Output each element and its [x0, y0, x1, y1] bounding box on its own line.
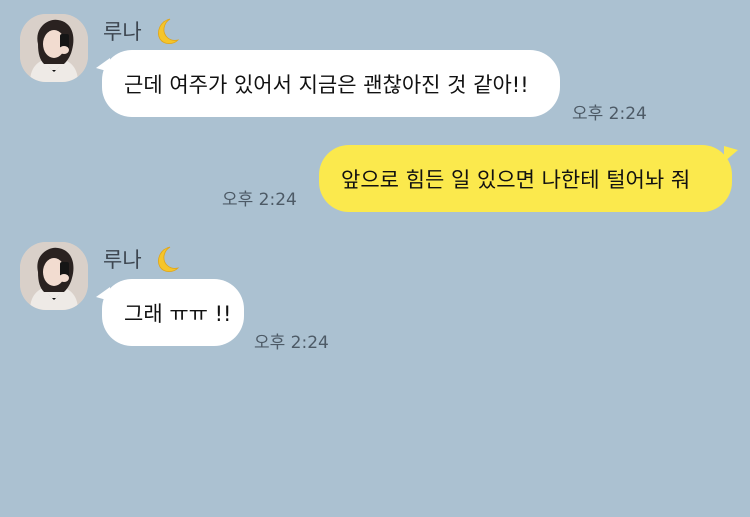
message-time: 오후 2:24	[254, 333, 329, 353]
sender-name-row: 루나	[103, 16, 180, 46]
crescent-moon-icon	[150, 244, 180, 274]
message-text: 앞으로 힘든 일 있으면 나한테 털어놔 줘	[341, 167, 691, 192]
message-bubble[interactable]: 근데 여주가 있어서 지금은 괜찮아진 것 같아!!	[102, 50, 560, 117]
message-time: 오후 2:24	[222, 190, 297, 210]
message-bubble[interactable]: 그래 ㅠㅠ !!	[102, 279, 244, 346]
sender-avatar[interactable]	[20, 14, 88, 82]
sender-name-row: 루나	[103, 244, 180, 274]
message-text: 그래 ㅠㅠ !!	[124, 301, 232, 326]
message-bubble[interactable]: 앞으로 힘든 일 있으면 나한테 털어놔 줘	[319, 145, 732, 212]
message-text: 근데 여주가 있어서 지금은 괜찮아진 것 같아!!	[124, 72, 529, 97]
sender-name: 루나	[103, 20, 142, 44]
message-time: 오후 2:24	[572, 104, 647, 124]
sender-avatar[interactable]	[20, 242, 88, 310]
chat-room: 루나 근데 여주가 있어서 지금은 괜찮아진 것 같아!! 오후 2:24 오후…	[0, 0, 750, 517]
bubble-tail	[724, 146, 738, 162]
sender-name: 루나	[103, 248, 142, 272]
crescent-moon-icon	[150, 16, 180, 46]
